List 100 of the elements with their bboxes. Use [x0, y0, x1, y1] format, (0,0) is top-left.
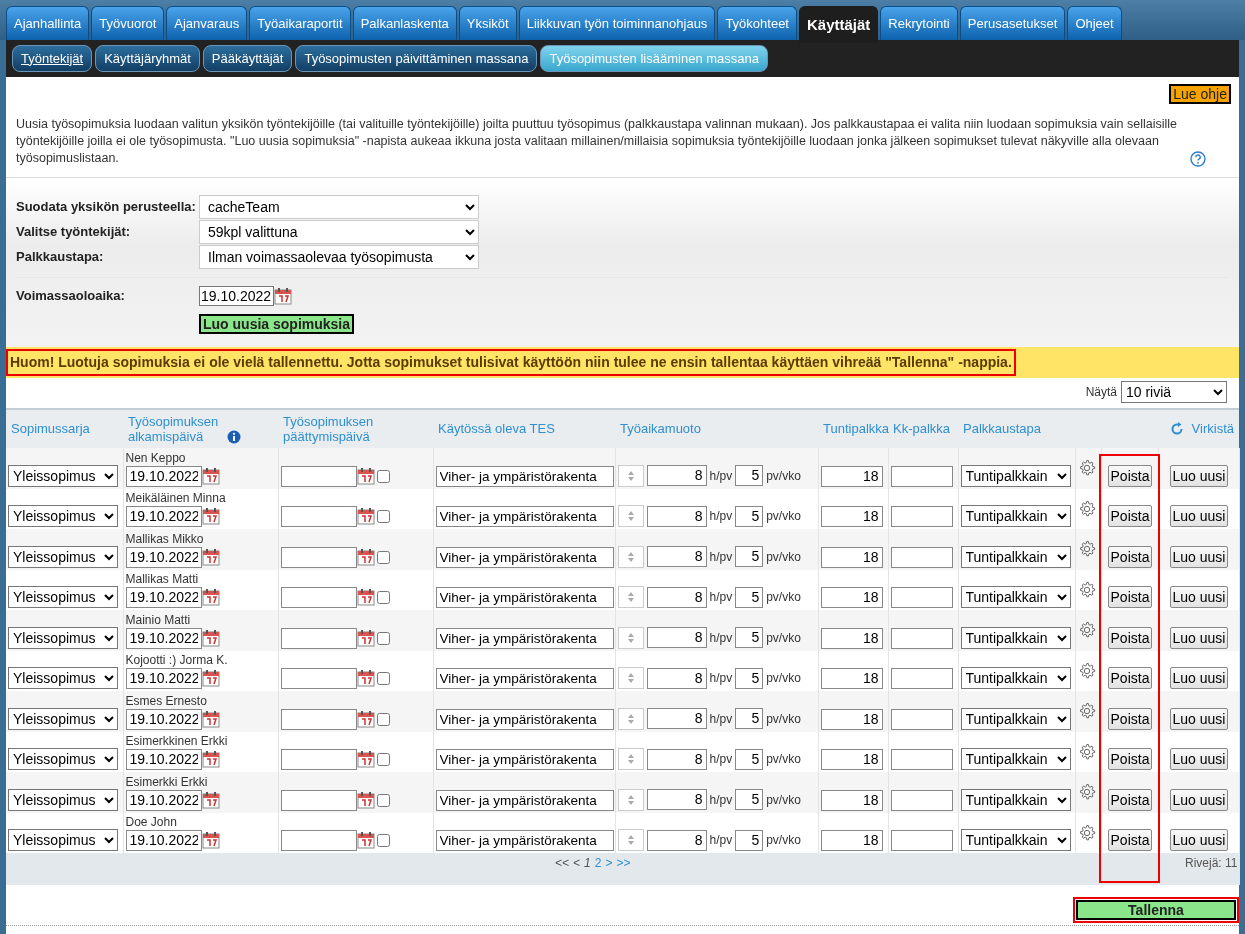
dropdown[interactable]: Yleissopimus [8, 829, 118, 852]
spinner-field[interactable] [617, 545, 644, 568]
spinner-field[interactable] [617, 586, 644, 609]
dropdown[interactable]: Yleissopimus [8, 788, 118, 811]
settings-icon[interactable] [1077, 540, 1096, 559]
text-field[interactable]: Viher- ja ympäristörakenta [435, 465, 614, 487]
nav-tab[interactable]: Yksiköt [458, 6, 517, 40]
number-field[interactable]: 5 [735, 708, 764, 730]
dropdown[interactable]: Tuntipalkkain [960, 586, 1071, 609]
number-field[interactable]: 18 [820, 546, 883, 568]
spinner-field[interactable] [617, 748, 644, 771]
spinner-field[interactable] [617, 707, 644, 730]
number-field[interactable]: 18 [820, 465, 883, 487]
number-field[interactable] [890, 668, 953, 690]
checkbox[interactable] [376, 510, 390, 524]
create-button[interactable]: Luo uusi [1169, 829, 1229, 852]
date-field[interactable] [280, 749, 357, 771]
spinner-field[interactable] [617, 788, 644, 811]
spinner-field[interactable] [617, 464, 644, 487]
number-field[interactable]: 8 [646, 546, 707, 568]
date-field[interactable] [280, 830, 357, 852]
nav-tab[interactable]: Ajanhallinta [6, 6, 90, 40]
create-button[interactable]: Luo uusi [1169, 545, 1229, 568]
create-button[interactable]: Luo uusi [1169, 505, 1229, 528]
settings-icon[interactable] [1077, 823, 1096, 842]
checkbox[interactable] [376, 672, 390, 686]
dropdown[interactable]: Tuntipalkkain [960, 505, 1071, 528]
number-field[interactable]: 18 [820, 627, 883, 649]
date-field[interactable] [280, 789, 357, 811]
text-field[interactable]: Viher- ja ympäristörakenta [435, 587, 614, 609]
create-button[interactable]: Luo uusi [1169, 586, 1229, 609]
number-field[interactable] [890, 830, 953, 852]
dropdown[interactable]: Tuntipalkkain [960, 545, 1071, 568]
checkbox[interactable] [376, 591, 390, 605]
create-button[interactable]: Luo uusia sopimuksia [199, 314, 355, 334]
number-field[interactable]: 18 [820, 708, 883, 730]
checkbox[interactable] [376, 793, 390, 807]
date-field[interactable]: 19.10.2022 [199, 286, 274, 306]
text-field[interactable]: Viher- ja ympäristörakenta [435, 708, 614, 730]
text-field[interactable]: Viher- ja ympäristörakenta [435, 546, 614, 568]
date-field[interactable] [280, 668, 357, 690]
settings-icon[interactable] [1077, 459, 1096, 478]
settings-icon[interactable] [1077, 661, 1096, 680]
delete-button[interactable]: Poista [1107, 788, 1153, 811]
save-button[interactable]: Tallenna [1076, 900, 1236, 921]
number-field[interactable]: 5 [735, 748, 764, 770]
delete-button[interactable]: Poista [1107, 707, 1153, 730]
number-field[interactable]: 18 [820, 749, 883, 771]
text-field[interactable]: Viher- ja ympäristörakenta [435, 627, 614, 649]
text-field[interactable]: Viher- ja ympäristörakenta [435, 506, 614, 528]
number-field[interactable] [890, 789, 953, 811]
spinner-field[interactable] [617, 505, 644, 528]
number-field[interactable]: 5 [735, 505, 764, 527]
nav-tab[interactable]: Työkohteet [717, 6, 797, 40]
nav-tab[interactable]: Työvuorot [91, 6, 165, 40]
number-field[interactable] [890, 708, 953, 730]
delete-button[interactable]: Poista [1107, 586, 1153, 609]
text-field[interactable]: Viher- ja ympäristörakenta [435, 789, 614, 811]
settings-icon[interactable] [1077, 702, 1096, 721]
delete-button[interactable]: Poista [1107, 667, 1153, 690]
number-field[interactable]: 8 [646, 667, 707, 689]
settings-icon[interactable] [1077, 580, 1096, 599]
number-field[interactable]: 18 [820, 830, 883, 852]
dropdown[interactable]: Tuntipalkkain [960, 464, 1071, 487]
number-field[interactable]: 5 [735, 586, 764, 608]
settings-icon[interactable] [1077, 499, 1096, 518]
create-button[interactable]: Luo uusi [1169, 748, 1229, 771]
checkbox[interactable] [376, 712, 390, 726]
number-field[interactable] [890, 465, 953, 487]
number-field[interactable]: 5 [735, 627, 764, 649]
dropdown[interactable]: Yleissopimus [8, 505, 118, 528]
spinner-field[interactable] [617, 667, 644, 690]
nav-tab[interactable]: Työaikaraportit [249, 6, 351, 40]
dropdown[interactable]: cacheTeam [199, 195, 479, 219]
dropdown[interactable]: Ilman voimassaolevaa työsopimusta [199, 245, 479, 269]
number-field[interactable]: 8 [646, 829, 707, 851]
settings-icon[interactable] [1077, 621, 1096, 640]
nav-tab[interactable]: Ajanvaraus [166, 6, 248, 40]
checkbox[interactable] [376, 834, 390, 848]
number-field[interactable] [890, 546, 953, 568]
delete-button[interactable]: Poista [1107, 626, 1153, 649]
nav-tab[interactable]: Ohjeet [1067, 6, 1122, 40]
spinner-field[interactable] [617, 829, 644, 852]
create-button[interactable]: Luo uusi [1169, 464, 1229, 487]
create-button[interactable]: Luo uusi [1169, 667, 1229, 690]
dropdown[interactable]: Tuntipalkkain [960, 829, 1071, 852]
checkbox[interactable] [376, 753, 390, 767]
number-field[interactable]: 8 [646, 789, 707, 811]
settings-icon[interactable] [1077, 783, 1096, 802]
number-field[interactable]: 8 [646, 748, 707, 770]
delete-button[interactable]: Poista [1107, 748, 1153, 771]
nav-tab[interactable]: Käyttäjät [799, 6, 879, 43]
number-field[interactable]: 8 [646, 465, 707, 487]
create-button[interactable]: Luo uusi [1169, 788, 1229, 811]
pager-link[interactable]: << [555, 854, 570, 873]
create-button[interactable]: Luo uusi [1169, 707, 1229, 730]
sub-tab[interactable]: Pääkäyttäjät [202, 44, 293, 73]
number-field[interactable]: 5 [735, 829, 764, 851]
number-field[interactable]: 18 [820, 587, 883, 609]
settings-icon[interactable] [1077, 742, 1096, 761]
